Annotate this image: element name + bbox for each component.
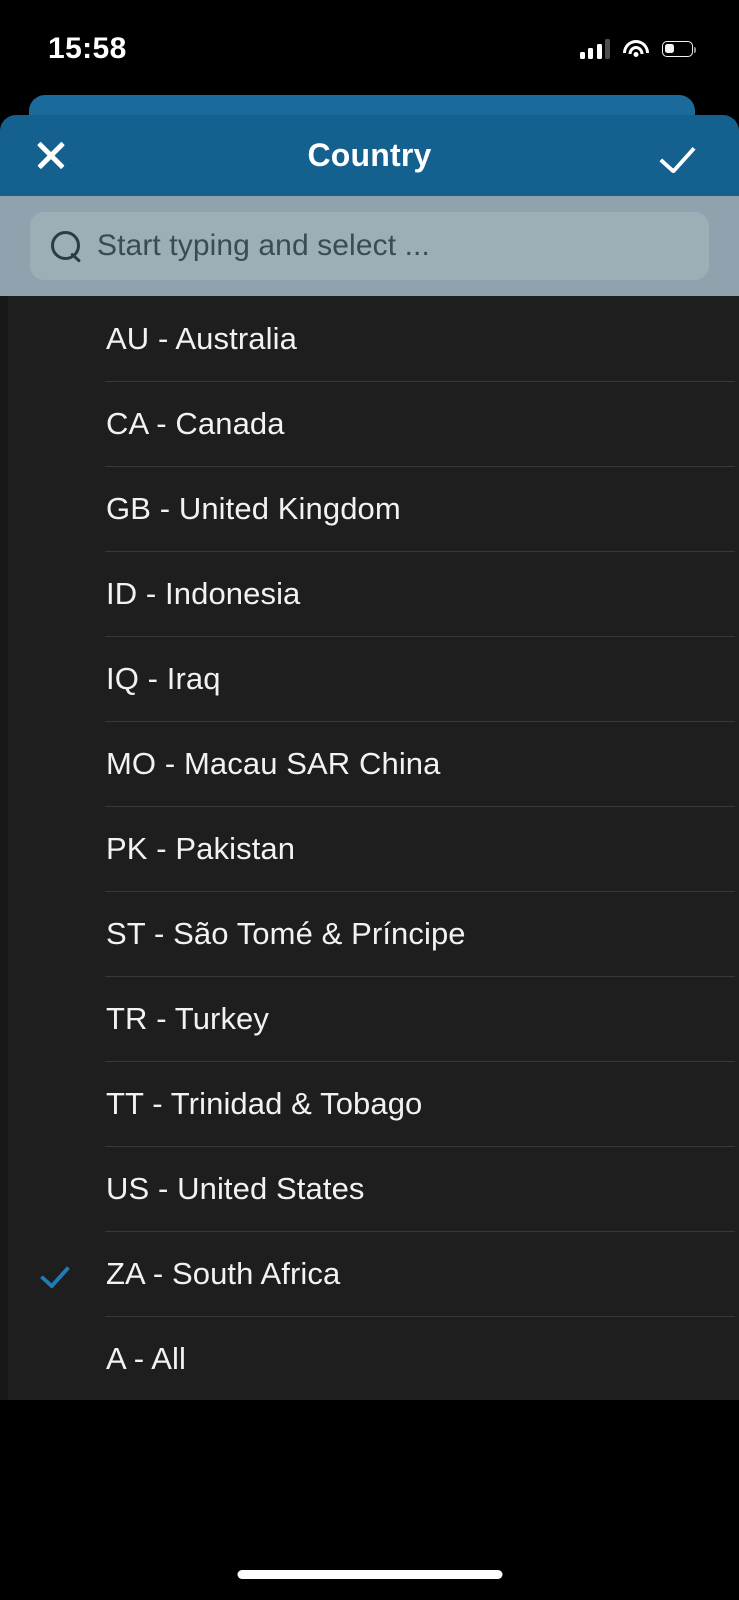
option-check-slot xyxy=(40,497,106,521)
home-indicator xyxy=(237,1570,502,1579)
list-item[interactable]: TR - Turkey xyxy=(0,976,739,1061)
option-check-slot xyxy=(40,327,106,351)
list-item[interactable]: MO - Macau SAR China xyxy=(0,721,739,806)
list-item-label: IQ - Iraq xyxy=(106,660,221,696)
country-option-list[interactable]: AU - Australia CA - Canada GB - United Kin… xyxy=(0,296,739,1400)
option-check-slot xyxy=(40,837,106,861)
option-check-slot xyxy=(40,752,106,776)
option-check-slot xyxy=(40,1092,106,1116)
option-check-slot xyxy=(40,1177,106,1201)
list-item[interactable]: IQ - Iraq xyxy=(0,636,739,721)
option-check-slot xyxy=(40,412,106,436)
search-placeholder: Start typing and select ... xyxy=(97,229,430,262)
list-item-label: MO - Macau SAR China xyxy=(106,745,441,781)
list-item[interactable]: AU - Australia xyxy=(0,296,739,381)
list-item-label: ID - Indonesia xyxy=(106,575,301,611)
list-item[interactable]: CA - Canada xyxy=(0,381,739,466)
list-item-label: CA - Canada xyxy=(106,405,285,441)
list-item[interactable]: US - United States xyxy=(0,1146,739,1231)
modal-header: Country xyxy=(0,115,739,196)
list-item-label: GB - United Kingdom xyxy=(106,490,401,526)
list-item-label: AU - Australia xyxy=(106,320,297,356)
close-icon xyxy=(35,140,67,172)
selected-check-icon xyxy=(40,1262,106,1286)
list-item[interactable]: A - All xyxy=(0,1316,739,1400)
search-bar-container: Start typing and select ... xyxy=(0,196,739,296)
check-icon xyxy=(665,141,703,171)
search-icon xyxy=(50,230,83,263)
list-item[interactable]: ID - Indonesia xyxy=(0,551,739,636)
cellular-signal-icon xyxy=(579,39,610,59)
list-item-label: ZA - South Africa xyxy=(106,1255,341,1291)
list-item[interactable]: PK - Pakistan xyxy=(0,806,739,891)
list-item[interactable]: ZA - South Africa xyxy=(0,1231,739,1316)
list-item-label: TR - Turkey xyxy=(106,1000,270,1036)
list-item-label: TT - Trinidad & Tobago xyxy=(106,1085,423,1121)
option-check-slot xyxy=(40,1007,106,1031)
list-item[interactable]: GB - United Kingdom xyxy=(0,466,739,551)
option-check-slot xyxy=(40,922,106,946)
phone-screen: 15:58 Country Start typing and select ..… xyxy=(0,0,739,1600)
list-item-label: PK - Pakistan xyxy=(106,830,296,866)
confirm-button[interactable] xyxy=(655,127,713,185)
status-icons xyxy=(579,33,696,59)
option-check-slot xyxy=(40,1347,106,1371)
page-title: Country xyxy=(307,137,432,173)
list-item-label: ST - São Tomé & Príncipe xyxy=(106,915,466,951)
status-bar: 15:58 xyxy=(0,0,739,92)
list-item[interactable]: ST - São Tomé & Príncipe xyxy=(0,891,739,976)
list-item-label: US - United States xyxy=(106,1170,365,1206)
battery-icon xyxy=(662,41,696,57)
search-input[interactable]: Start typing and select ... xyxy=(30,212,709,280)
option-check-slot xyxy=(40,667,106,691)
list-item-label: A - All xyxy=(106,1340,186,1376)
status-time: 15:58 xyxy=(48,32,127,65)
wifi-icon xyxy=(623,39,649,59)
option-check-slot xyxy=(40,582,106,606)
close-button[interactable] xyxy=(22,127,80,185)
list-item[interactable]: TT - Trinidad & Tobago xyxy=(0,1061,739,1146)
